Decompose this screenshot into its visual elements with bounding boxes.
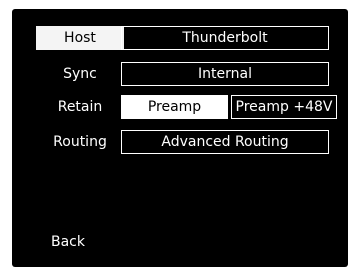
back-button[interactable]: Back [36, 231, 100, 253]
sync-value-box[interactable]: Internal [121, 62, 329, 86]
retain-option-preamp[interactable]: Preamp [121, 95, 228, 119]
menu-item-host[interactable]: Host [36, 26, 124, 50]
device-screen: Host Thunderbolt Sync Internal Retain Pr… [12, 9, 348, 267]
menu-item-routing[interactable]: Routing [36, 130, 124, 154]
routing-value-box[interactable]: Advanced Routing [121, 130, 329, 154]
host-value-box[interactable]: Thunderbolt [121, 26, 329, 50]
retain-option-preamp-48v[interactable]: Preamp +48V [231, 95, 337, 119]
menu-item-retain[interactable]: Retain [36, 95, 124, 119]
menu-item-sync[interactable]: Sync [36, 62, 124, 86]
